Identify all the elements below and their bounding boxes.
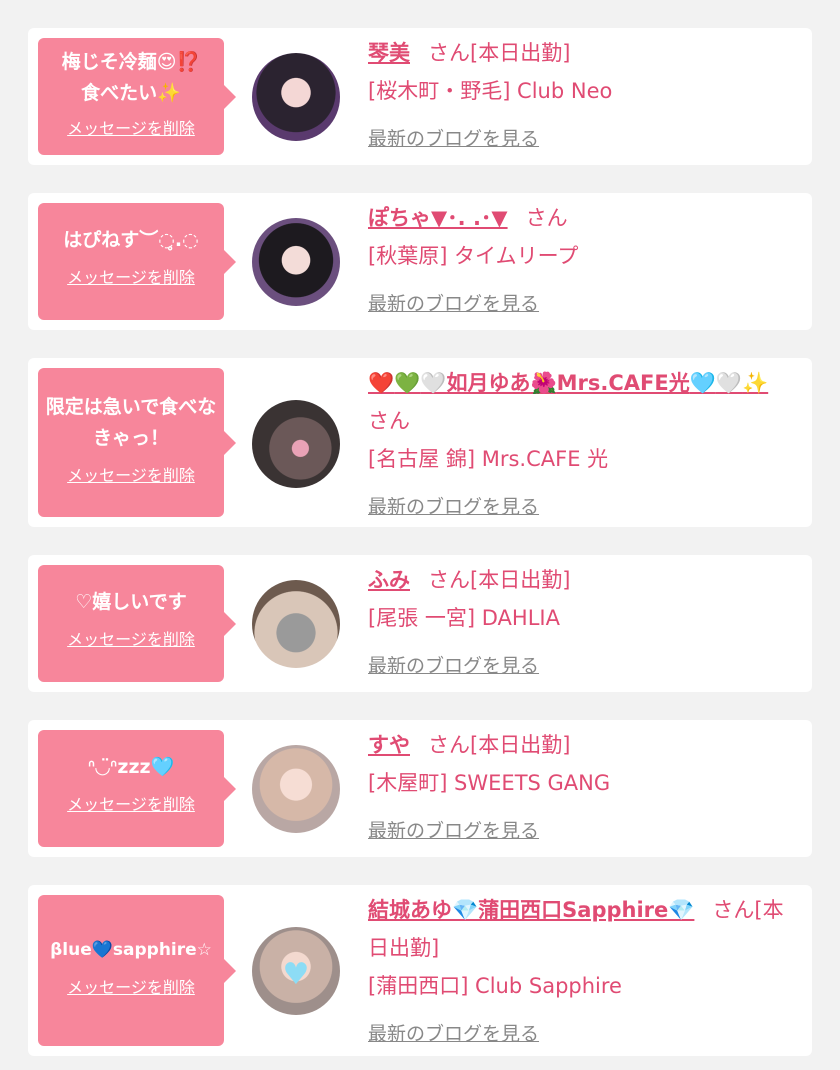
entry-info: すや さん[本日出勤] [木屋町] SWEETS GANG 最新のブログを見る — [368, 726, 788, 843]
blog-link[interactable]: 最新のブログを見る — [368, 1019, 539, 1046]
delete-message-link[interactable]: メッセージを削除 — [67, 264, 195, 288]
message-text: βlue💙sapphire☆ — [50, 940, 212, 960]
name-link[interactable]: 琴美 — [368, 41, 410, 65]
shop-label: [蒲田西口] Club Sapphire — [368, 974, 622, 998]
entry-info: ❤️💚🤍如月ゆあ🌺Mrs.CAFE光🩵🤍✨ さん [名古屋 錦] Mrs.CAF… — [368, 364, 788, 519]
shop-label: [木屋町] SWEETS GANG — [368, 771, 611, 795]
blog-link[interactable]: 最新のブログを見る — [368, 816, 539, 843]
message-bubble: 梅じそ冷麺😍⁉️食べたい✨ メッセージを削除 — [38, 38, 236, 155]
shop-label: [秋葉原] タイムリープ — [368, 244, 579, 268]
red-heart-icon: ❤️ — [368, 371, 395, 395]
name-suffix: さん[本日出勤] — [428, 568, 571, 592]
white-heart-icon: 🤍 — [420, 371, 447, 395]
name-line: すや さん[本日出勤] — [368, 726, 788, 764]
white-heart-icon: 🤍 — [715, 371, 743, 395]
name-line: ぽちゃ▼･. .･▼ さん — [368, 199, 788, 237]
list-item: 梅じそ冷麺😍⁉️食べたい✨ メッセージを削除 琴美 さん[本日出勤] [桜木町・野… — [28, 28, 812, 165]
delete-message-link[interactable]: メッセージを削除 — [67, 462, 195, 486]
blog-link[interactable]: 最新のブログを見る — [368, 651, 539, 678]
message-list: 梅じそ冷麺😍⁉️食べたい✨ メッセージを削除 琴美 さん[本日出勤] [桜木町・野… — [0, 0, 840, 1070]
list-item: ♡嬉しいです メッセージを削除 ふみ さん[本日出勤] [尾張 一宮] DAHLI… — [28, 555, 812, 692]
message-text: はぴねす︶◌̥.◌ — [63, 229, 199, 251]
name-link[interactable]: 結城あゆ💎蒲田西口Sapphire💎 — [368, 898, 694, 922]
name-line: ❤️💚🤍如月ゆあ🌺Mrs.CAFE光🩵🤍✨ — [368, 364, 788, 402]
name-line: 結城あゆ💎蒲田西口Sapphire💎 さん[本日出勤] — [368, 891, 788, 967]
name-suffix: さん[本日出勤] — [428, 41, 571, 65]
message-text: ♡嬉しいです — [75, 591, 187, 613]
name-suffix: さん — [368, 409, 410, 433]
avatar[interactable] — [252, 745, 340, 833]
list-item: はぴねす︶◌̥.◌ メッセージを削除 ぽちゃ▼･. .･▼ さん [秋葉原] タイ… — [28, 193, 812, 330]
avatar[interactable] — [252, 218, 340, 306]
message-bubble: ᐢ◡̈ᐢzzz🩵 メッセージを削除 — [38, 730, 236, 847]
delete-message-link[interactable]: メッセージを削除 — [67, 791, 195, 815]
avatar[interactable] — [252, 400, 340, 488]
avatar[interactable] — [252, 53, 340, 141]
shop-label: [尾張 一宮] DAHLIA — [368, 606, 560, 630]
delete-message-link[interactable]: メッセージを削除 — [67, 626, 195, 650]
name-link[interactable]: ぽちゃ▼･. .･▼ — [368, 206, 508, 230]
sparkles-icon: ✨ — [742, 371, 769, 395]
name-shop-text: Mrs.CAFE光 — [556, 371, 690, 395]
message-bubble: βlue💙sapphire☆ メッセージを削除 — [38, 895, 236, 1046]
delete-message-link[interactable]: メッセージを削除 — [67, 974, 195, 998]
entry-info: 琴美 さん[本日出勤] [桜木町・野毛] Club Neo 最新のブログを見る — [368, 34, 788, 151]
message-text: 限定は急いで食べなきゃっ！ — [45, 396, 217, 449]
name-suffix: さん — [525, 206, 568, 230]
light-blue-heart-icon: 🩵 — [689, 371, 716, 395]
list-item: 限定は急いで食べなきゃっ！ メッセージを削除 ❤️💚🤍如月ゆあ🌺Mrs.CAFE… — [28, 358, 812, 527]
list-item: βlue💙sapphire☆ メッセージを削除 ♥ 結城あゆ💎蒲田西口Sapph… — [28, 885, 812, 1056]
name-suffix: さん[本日出勤] — [428, 733, 571, 757]
avatar[interactable]: ♥ — [252, 927, 340, 1015]
blog-link[interactable]: 最新のブログを見る — [368, 492, 539, 519]
name-line: 琴美 さん[本日出勤] — [368, 34, 788, 72]
blog-link[interactable]: 最新のブログを見る — [368, 289, 539, 316]
name-line: ふみ さん[本日出勤] — [368, 561, 788, 599]
message-bubble: 限定は急いで食べなきゃっ！ メッセージを削除 — [38, 368, 236, 517]
name-link[interactable]: ❤️💚🤍如月ゆあ🌺Mrs.CAFE光🩵🤍✨ — [368, 371, 768, 395]
green-heart-icon: 💚 — [394, 371, 421, 395]
avatar[interactable] — [252, 580, 340, 668]
delete-message-link[interactable]: メッセージを削除 — [67, 115, 195, 139]
message-bubble: ♡嬉しいです メッセージを削除 — [38, 565, 236, 682]
name-link[interactable]: すや — [368, 733, 410, 757]
entry-info: 結城あゆ💎蒲田西口Sapphire💎 さん[本日出勤] [蒲田西口] Club S… — [368, 891, 788, 1046]
message-text: 梅じそ冷麺😍⁉️食べたい✨ — [61, 51, 201, 104]
hibiscus-icon: 🌺 — [530, 371, 557, 395]
message-text: ᐢ◡̈ᐢzzz🩵 — [87, 756, 175, 778]
name-link[interactable]: ふみ — [368, 568, 410, 592]
entry-info: ふみ さん[本日出勤] [尾張 一宮] DAHLIA 最新のブログを見る — [368, 561, 788, 678]
blog-link[interactable]: 最新のブログを見る — [368, 124, 539, 151]
list-item: ᐢ◡̈ᐢzzz🩵 メッセージを削除 すや さん[本日出勤] [木屋町] SWEET… — [28, 720, 812, 857]
name-text: 如月ゆあ — [446, 371, 531, 395]
entry-info: ぽちゃ▼･. .･▼ さん [秋葉原] タイムリープ 最新のブログを見る — [368, 199, 788, 316]
shop-label: [名古屋 錦] Mrs.CAFE 光 — [368, 447, 609, 471]
message-bubble: はぴねす︶◌̥.◌ メッセージを削除 — [38, 203, 236, 320]
shop-label: [桜木町・野毛] Club Neo — [368, 79, 613, 103]
light-blue-heart-icon: ♥ — [282, 957, 310, 992]
